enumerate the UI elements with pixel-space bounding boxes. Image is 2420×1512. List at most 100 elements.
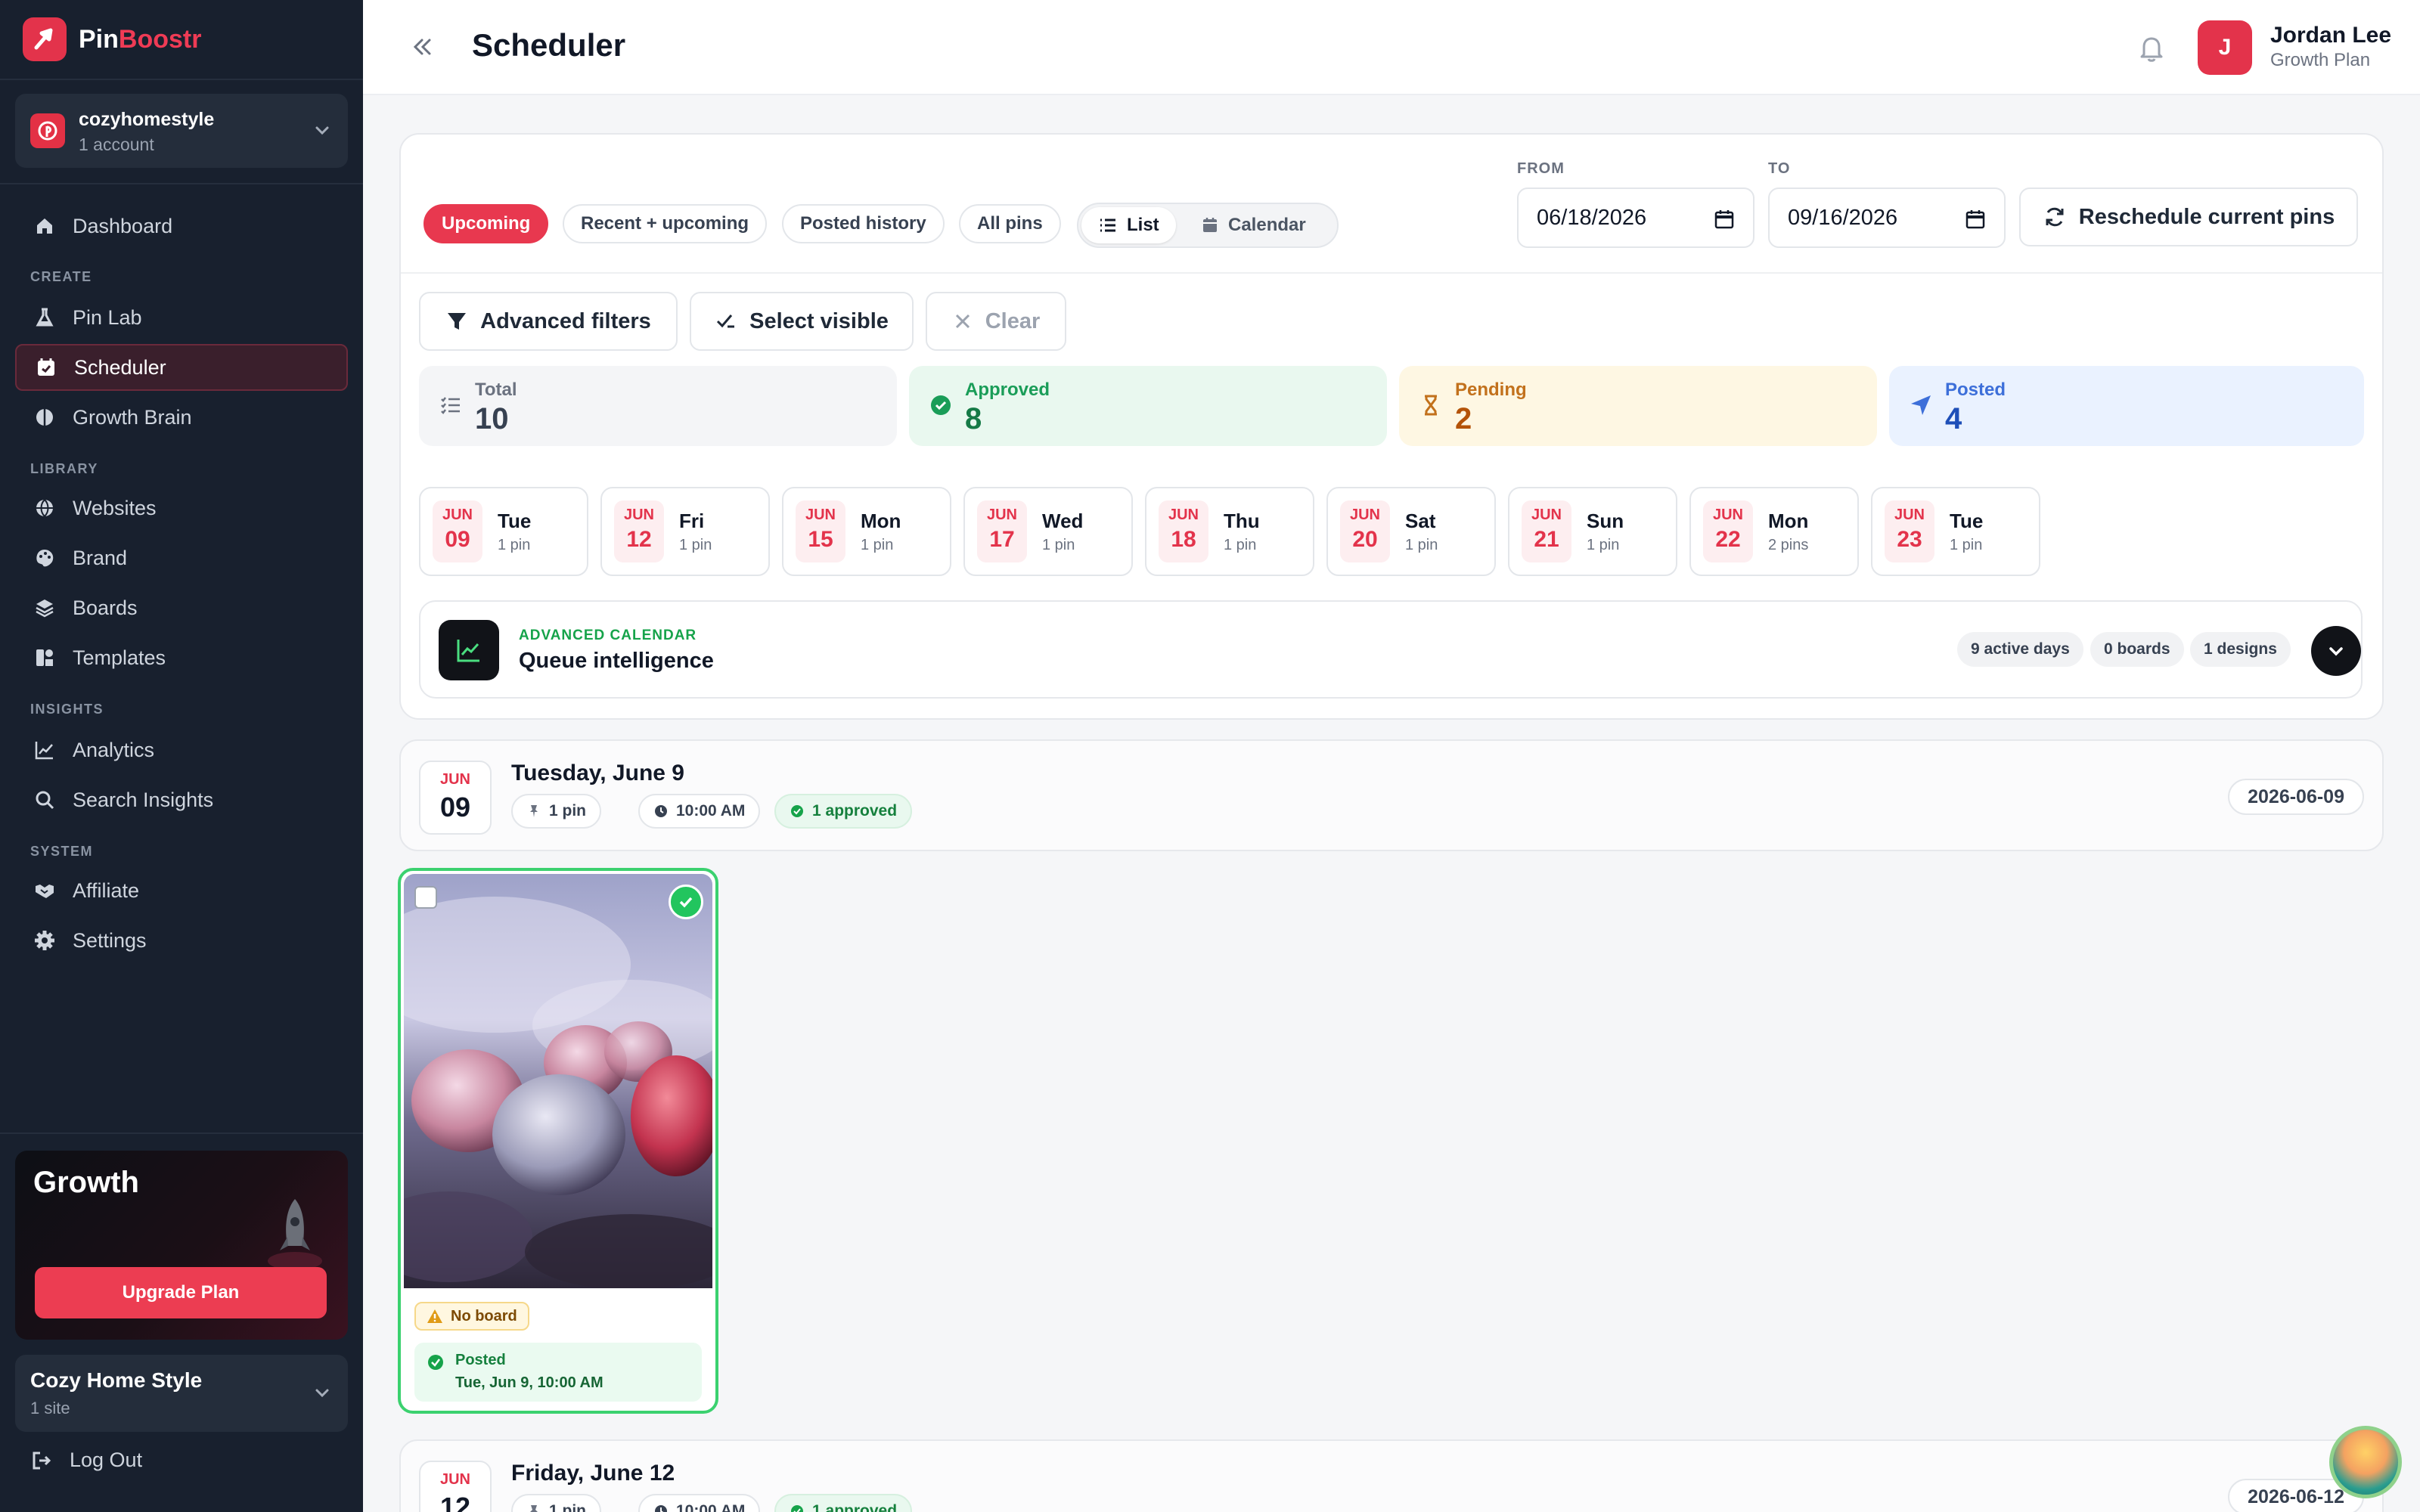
tab-recent-upcoming[interactable]: Recent + upcoming: [563, 204, 768, 243]
to-date-input[interactable]: 09/16/2026: [1768, 187, 2006, 248]
stat-pending: Pending 2: [1399, 366, 1877, 446]
stat-label: Pending: [1455, 380, 1527, 400]
no-board-badge: No board: [414, 1302, 529, 1331]
from-date-input[interactable]: 06/18/2026: [1517, 187, 1754, 248]
user-plan: Growth Plan: [2270, 50, 2371, 70]
tab-all-pins[interactable]: All pins: [959, 204, 1061, 243]
day-date-badge: JUN 15: [796, 500, 845, 562]
group-date-label: 2026-06-09: [2228, 779, 2364, 815]
day-chip[interactable]: JUN 23 Tue 1 pin: [1871, 487, 2040, 576]
day-chip[interactable]: JUN 17 Wed 1 pin: [963, 487, 1133, 576]
notification-bell-icon[interactable]: [2136, 33, 2167, 67]
group-date-badge: JUN 09: [419, 761, 492, 835]
clock-icon: [655, 1505, 667, 1512]
site-name: Cozy Home Style: [30, 1368, 203, 1392]
day-chip[interactable]: JUN 12 Fri 1 pin: [600, 487, 770, 576]
view-calendar-button[interactable]: Calendar: [1184, 207, 1323, 243]
logout-button[interactable]: Log Out: [30, 1448, 142, 1472]
palette-icon: [33, 547, 56, 569]
tab-posted-history[interactable]: Posted history: [782, 204, 945, 243]
user-name[interactable]: Jordan Lee: [2270, 23, 2391, 48]
assistant-launcher-icon[interactable]: [2329, 1426, 2402, 1498]
expand-queue-button[interactable]: [2311, 626, 2361, 676]
nav-label: Affiliate: [73, 878, 140, 902]
day-chip[interactable]: JUN 18 Thu 1 pin: [1145, 487, 1314, 576]
designs-tag: 1 designs: [2190, 632, 2291, 667]
nav-analytics[interactable]: Analytics: [15, 727, 348, 773]
nav-dashboard[interactable]: Dashboard: [15, 203, 348, 249]
divider: [0, 79, 363, 80]
pin-card[interactable]: No board Posted Tue, Jun 9, 10:00 AM: [398, 868, 718, 1414]
clear-button[interactable]: Clear: [926, 292, 1066, 351]
day-date-badge: JUN 22: [1703, 500, 1753, 562]
divider: [401, 272, 2382, 274]
rocket-icon: [265, 1193, 325, 1272]
advanced-filters-button[interactable]: Advanced filters: [419, 292, 678, 351]
collapse-sidebar-icon[interactable]: [408, 33, 436, 64]
group-title: Friday, June 12: [511, 1461, 675, 1486]
calendar-icon: [1714, 209, 1735, 236]
nav-label: Settings: [73, 928, 147, 952]
nav-pin-lab[interactable]: Pin Lab: [15, 294, 348, 341]
nav-section-system: SYSTEM: [30, 844, 94, 859]
nav-label: Search Insights: [73, 788, 214, 811]
queue-title: Queue intelligence: [519, 649, 714, 673]
select-visible-button[interactable]: Select visible: [690, 292, 914, 351]
stat-value: 10: [475, 402, 509, 435]
account-switcher[interactable]: cozyhomestyle 1 account: [15, 94, 348, 168]
hourglass-icon: [1419, 393, 1443, 421]
handshake-icon: [33, 879, 56, 902]
day-weekday: Thu: [1224, 510, 1260, 532]
day-pin-count: 1 pin: [1950, 537, 1983, 553]
nav-affiliate[interactable]: Affiliate: [15, 867, 348, 914]
nav-growth-brain[interactable]: Growth Brain: [15, 394, 348, 441]
nav-websites[interactable]: Websites: [15, 485, 348, 531]
app-logo[interactable]: PinBoostr: [23, 17, 201, 62]
nav-boards[interactable]: Boards: [15, 584, 348, 631]
list-check-icon: [439, 393, 463, 421]
pin-thumbnail[interactable]: [404, 874, 712, 1288]
day-date-badge: JUN 20: [1340, 500, 1390, 562]
day-pin-count: 1 pin: [1405, 537, 1438, 553]
day-date-badge: JUN 09: [433, 500, 482, 562]
warning-icon: [427, 1309, 442, 1323]
nav-settings[interactable]: Settings: [15, 917, 348, 964]
nav-search-insights[interactable]: Search Insights: [15, 776, 348, 823]
divider: [0, 183, 363, 184]
upgrade-plan-button[interactable]: Upgrade Plan: [35, 1267, 327, 1318]
nav-label: Scheduler: [74, 355, 166, 379]
app-name: PinBoostr: [79, 24, 202, 54]
stat-label: Approved: [965, 380, 1050, 400]
day-pin-count: 1 pin: [679, 537, 712, 553]
pin-select-checkbox[interactable]: [414, 886, 437, 909]
avatar[interactable]: J: [2198, 20, 2252, 75]
active-days-tag: 9 active days: [1957, 632, 2083, 667]
stat-label: Posted: [1945, 380, 2006, 400]
day-date-badge: JUN 23: [1885, 500, 1934, 562]
site-switcher[interactable]: Cozy Home Style 1 site: [15, 1355, 348, 1432]
account-count: 1 account: [79, 135, 154, 154]
day-chip[interactable]: JUN 20 Sat 1 pin: [1326, 487, 1496, 576]
nav-brand[interactable]: Brand: [15, 534, 348, 581]
view-list-button[interactable]: List: [1081, 207, 1176, 243]
boards-tag: 0 boards: [2090, 632, 2184, 667]
check-circle-icon: [791, 805, 803, 817]
day-date-badge: JUN 17: [977, 500, 1027, 562]
day-chip[interactable]: JUN 22 Mon 2 pins: [1689, 487, 1859, 576]
pin-count-chip: 1 pin: [511, 794, 602, 829]
nav-templates[interactable]: Templates: [15, 634, 348, 681]
reschedule-button[interactable]: Reschedule current pins: [2019, 187, 2358, 246]
nav-label: Dashboard: [73, 214, 173, 237]
nav-scheduler[interactable]: Scheduler: [15, 344, 348, 391]
top-header: Scheduler J Jordan Lee Growth Plan: [363, 0, 2420, 95]
stat-value: 4: [1945, 402, 1962, 435]
day-chip[interactable]: JUN 15 Mon 1 pin: [782, 487, 951, 576]
day-group: JUN 09 Tuesday, June 9 1 pin 10:00 AM 1 …: [399, 739, 2384, 851]
tab-upcoming[interactable]: Upcoming: [424, 204, 549, 243]
check-circle-icon: [791, 1505, 803, 1512]
day-chip[interactable]: JUN 09 Tue 1 pin: [419, 487, 588, 576]
view-toggle: List Calendar: [1077, 203, 1339, 248]
shapes-icon: [33, 646, 56, 669]
day-chip[interactable]: JUN 21 Sun 1 pin: [1508, 487, 1677, 576]
stat-posted: Posted 4: [1889, 366, 2364, 446]
